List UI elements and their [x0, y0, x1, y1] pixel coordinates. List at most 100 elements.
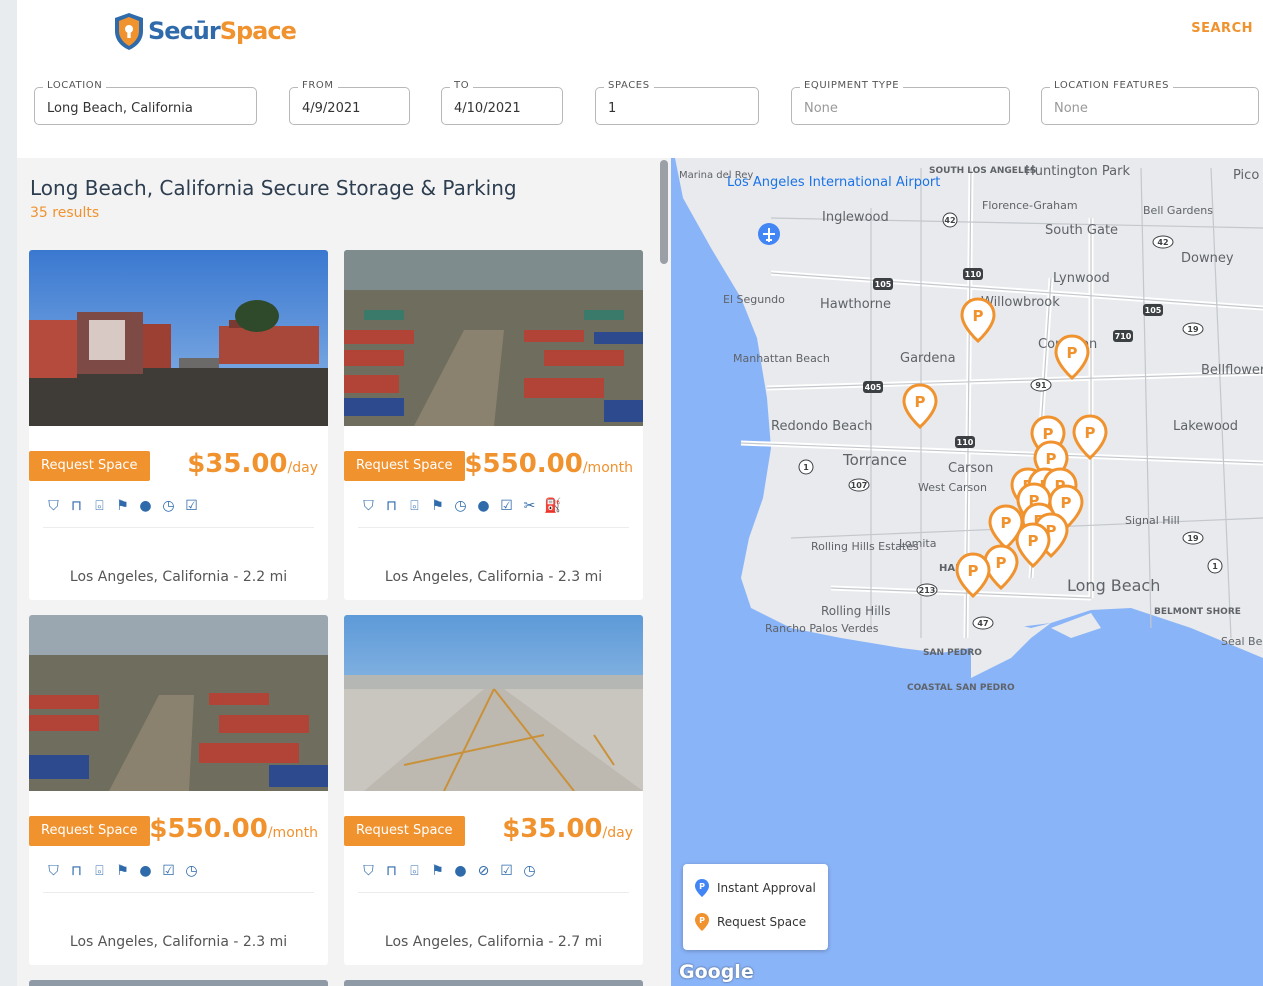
camera-icon: ⌻ — [410, 498, 419, 514]
svg-text:BELMONT SHORE: BELMONT SHORE — [1154, 607, 1241, 617]
listing-card[interactable] — [344, 980, 643, 986]
request-space-button[interactable]: Request Space — [29, 816, 150, 846]
from-date-field[interactable]: FROM 4/9/2021 — [289, 80, 410, 125]
lighting-icon: ⚑ — [116, 863, 129, 879]
listing-price: $550.00/month — [464, 449, 633, 479]
camera-icon: ⌻ — [410, 863, 419, 879]
security-shield-icon: ⛉ — [48, 863, 59, 879]
divider — [358, 527, 629, 528]
fuel-icon: ⛽ — [544, 498, 562, 514]
divider — [358, 892, 629, 893]
svg-text:Florence-Graham: Florence-Graham — [982, 199, 1078, 212]
camera-icon: ⌻ — [95, 863, 104, 879]
listing-price: $35.00/day — [502, 814, 633, 844]
to-value: 4/10/2021 — [454, 101, 521, 116]
checklist-icon: ☑ — [162, 863, 175, 879]
listing-photo — [29, 250, 328, 426]
location-features-select[interactable]: LOCATION FEATURES None — [1041, 80, 1259, 125]
map-legend: P Instant Approval P Request Space — [683, 864, 828, 950]
location-field[interactable]: LOCATION Long Beach, California — [34, 80, 257, 125]
checklist-icon: ☑ — [500, 498, 513, 514]
feature-icons: ⛉ ⊓ ⌻ ⚑ ● ☑ ◷ — [45, 863, 200, 880]
legend-request-space: P Request Space — [695, 913, 806, 931]
request-space-button[interactable]: Request Space — [344, 816, 465, 846]
svg-text:91: 91 — [1035, 381, 1047, 390]
to-label: TO — [450, 80, 474, 91]
svg-text:Redondo Beach: Redondo Beach — [771, 419, 873, 434]
svg-text:1: 1 — [1212, 562, 1218, 571]
lighting-icon: ⚑ — [431, 863, 444, 879]
svg-text:West Carson: West Carson — [918, 481, 987, 494]
security-shield-icon: ⛉ — [48, 498, 59, 514]
listing-photo — [29, 615, 328, 791]
feature-icons: ⛉ ⊓ ⌻ ⚑ ◷ ● ☑ ✂ ⛽ — [360, 498, 561, 515]
gate-icon: ⊓ — [71, 863, 82, 879]
clock-icon: ◷ — [185, 863, 198, 879]
security-shield-icon: ⛉ — [363, 498, 374, 514]
securspace-logo[interactable]: SecūrSpace — [112, 8, 297, 54]
location-value: Long Beach, California — [47, 101, 193, 116]
svg-text:710: 710 — [1115, 332, 1132, 341]
from-label: FROM — [298, 80, 338, 91]
svg-text:110: 110 — [965, 270, 982, 279]
clock-icon: ◷ — [162, 498, 175, 514]
listing-card[interactable]: Request Space $35.00/day ⛉ ⊓ ⌻ ⚑ ● ⊘ ☑ ◷ Los An… — [344, 615, 643, 965]
instant-approval-pin-icon: P — [695, 879, 709, 897]
spaces-field[interactable]: SPACES 1 — [595, 80, 759, 125]
location-features-value: None — [1054, 101, 1088, 116]
svg-text:Bell Gardens: Bell Gardens — [1143, 204, 1213, 217]
svg-text:COASTAL SAN PEDRO: COASTAL SAN PEDRO — [907, 683, 1015, 693]
left-rail — [0, 0, 17, 986]
results-scrollbar[interactable] — [657, 158, 671, 986]
listing-photo — [29, 980, 328, 986]
svg-text:107: 107 — [851, 481, 868, 490]
request-space-pin-icon: P — [695, 913, 709, 931]
camera-icon: ⌻ — [95, 498, 104, 514]
divider — [43, 892, 314, 893]
map[interactable]: Inglewood Huntington Park Pico Florence-… — [671, 158, 1263, 986]
header: SecūrSpace SEARCH LOCATION Long Beach, C… — [17, 0, 1263, 158]
svg-text:El Segundo: El Segundo — [723, 293, 785, 306]
listing-location: Los Angeles, California - 2.2 mi — [69, 569, 288, 585]
equipment-type-select[interactable]: EQUIPMENT TYPE None — [791, 80, 1010, 125]
feature-icons: ⛉ ⊓ ⌻ ⚑ ● ⊘ ☑ ◷ — [360, 863, 538, 880]
svg-text:19: 19 — [1187, 534, 1199, 543]
svg-text:Lynwood: Lynwood — [1053, 271, 1110, 286]
legend-instant-approval: P Instant Approval — [695, 879, 816, 897]
svg-text:Manhattan Beach: Manhattan Beach — [733, 352, 830, 365]
spaces-value: 1 — [608, 101, 617, 116]
svg-text:P: P — [699, 882, 705, 891]
to-date-field[interactable]: TO 4/10/2021 — [441, 80, 563, 125]
listing-location: Los Angeles, California - 2.3 mi — [384, 569, 603, 585]
google-logo[interactable]: Google — [679, 961, 754, 983]
location-features-label: LOCATION FEATURES — [1050, 80, 1174, 91]
listing-photo — [344, 615, 643, 791]
svg-text:SOUTH LOS ANGELES: SOUTH LOS ANGELES — [929, 166, 1036, 176]
request-space-button[interactable]: Request Space — [29, 451, 150, 481]
svg-text:105: 105 — [875, 280, 892, 289]
gate-icon: ⊓ — [386, 498, 397, 514]
svg-text:Bellflower: Bellflower — [1201, 363, 1263, 378]
request-space-button[interactable]: Request Space — [344, 451, 465, 481]
gate-icon: ⊓ — [71, 498, 82, 514]
checklist-icon: ☑ — [185, 498, 198, 514]
svg-text:405: 405 — [865, 383, 882, 392]
scrollbar-thumb[interactable] — [660, 160, 668, 264]
security-shield-icon: ⛉ — [363, 863, 374, 879]
lighting-icon: ⚑ — [116, 498, 129, 514]
svg-text:Lakewood: Lakewood — [1173, 419, 1238, 434]
listing-location: Los Angeles, California - 2.7 mi — [384, 934, 603, 950]
listing-card[interactable]: Request Space $550.00/month ⛉ ⊓ ⌻ ⚑ ◷ ● ☑ ✂ ⛽ Lo… — [344, 250, 643, 600]
location-pin-icon: ● — [477, 498, 490, 514]
listing-card[interactable] — [29, 980, 328, 986]
equipment-type-label: EQUIPMENT TYPE — [800, 80, 904, 91]
svg-text:Signal Hill: Signal Hill — [1125, 514, 1180, 527]
search-link[interactable]: SEARCH — [1191, 21, 1253, 36]
listing-price: $35.00/day — [187, 449, 318, 479]
listing-card[interactable]: Request Space $35.00/day ⛉ ⊓ ⌻ ⚑ ● ◷ ☑ Los Ang… — [29, 250, 328, 600]
svg-text:Gardena: Gardena — [900, 351, 956, 366]
listing-card[interactable]: Request Space $550.00/month ⛉ ⊓ ⌻ ⚑ ● ☑ ◷ Los … — [29, 615, 328, 965]
svg-text:42: 42 — [944, 216, 955, 225]
results-count: 35 results — [30, 205, 100, 221]
map-canvas: Inglewood Huntington Park Pico Florence-… — [671, 158, 1263, 986]
